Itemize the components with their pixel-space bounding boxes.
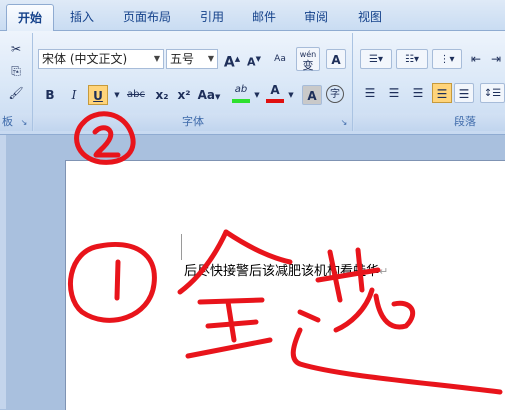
annotation-quan-cross [205,319,259,329]
annotation-quan-roof-right [223,229,293,265]
annotation-digit-1 [114,259,121,301]
annotation-quan-mid [225,299,237,343]
annotation-xuan-hook [373,293,416,330]
annotation-quan-bottom [185,337,273,359]
annotation-circle-1 [67,242,157,323]
annotation-quan-top [197,297,265,305]
annotation-xuan-bar [315,267,381,283]
annotation-xuan-dot [297,309,321,323]
annotation-quan-roof [177,229,229,295]
red-annotation-overlay [67,111,503,395]
annotation-xuan-side [355,247,365,293]
annotation-xuan-sweep [290,327,503,395]
annotation-digit-2 [92,125,121,158]
